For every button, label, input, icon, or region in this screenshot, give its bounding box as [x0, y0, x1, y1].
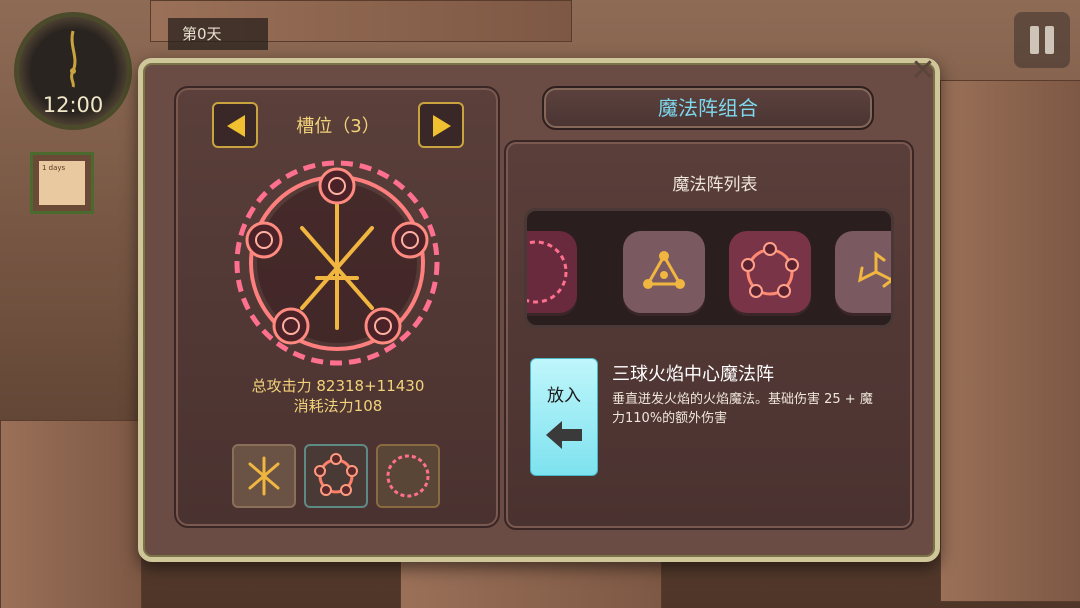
ring-circle-icon: [527, 240, 568, 304]
circle-list-item-selected[interactable]: [729, 231, 811, 313]
clock-time: 12:00: [42, 93, 104, 117]
triangle-orbs-icon: [643, 251, 685, 289]
circle-list-item[interactable]: [835, 231, 891, 313]
close-button[interactable]: ✕: [906, 56, 940, 86]
equipped-slot-3[interactable]: [376, 444, 440, 508]
circle-list-item[interactable]: [623, 231, 705, 313]
wooden-crate: [0, 420, 142, 608]
put-in-button[interactable]: 放入: [530, 358, 598, 476]
wooden-pillar: [940, 80, 1080, 602]
equipped-slot-1[interactable]: [232, 444, 296, 508]
day-counter: 第0天: [168, 18, 268, 50]
spell-description: 垂直迸发火焰的火焰魔法。基础伤害 25 + 魔力110%的额外伤害: [612, 392, 873, 426]
arrow-left-icon: [546, 421, 582, 449]
circle-list-item[interactable]: [527, 231, 577, 313]
lightning-rune-icon: [248, 456, 280, 496]
magic-circle-carousel[interactable]: [524, 208, 894, 328]
slot-stats: 总攻击力 82318+11430 消耗法力108: [200, 376, 476, 416]
swirl-rune-icon: [858, 251, 891, 288]
list-title: 魔法阵列表: [672, 175, 758, 195]
put-in-label: 放入: [547, 386, 581, 406]
next-slot-button[interactable]: [418, 102, 464, 148]
triangle-right-icon: [433, 115, 451, 137]
prev-slot-button[interactable]: [212, 102, 258, 148]
wooden-plank: [400, 560, 662, 608]
total-attack: 总攻击力 82318+11430: [251, 377, 425, 395]
combined-magic-circle-preview: [234, 160, 440, 366]
quest-note[interactable]: 1 days: [30, 152, 94, 214]
slot-label: 槽位（3）: [296, 116, 380, 137]
quest-note-text: 1 days: [39, 161, 85, 205]
ring-circle-icon: [386, 454, 430, 498]
pentagram-fire-icon: [741, 242, 799, 298]
triangle-left-icon: [227, 115, 245, 137]
close-icon: ✕: [910, 53, 936, 88]
dialog-title: 魔法阵组合: [542, 86, 874, 130]
equipped-slot-2[interactable]: [304, 444, 368, 508]
pause-button[interactable]: [1014, 12, 1070, 68]
mana-cost: 消耗法力108: [293, 397, 383, 415]
clock-widget: 12:00: [14, 12, 132, 130]
pentagram-fire-icon: [314, 453, 358, 496]
spell-name: 三球火焰中心魔法阵: [612, 364, 774, 385]
